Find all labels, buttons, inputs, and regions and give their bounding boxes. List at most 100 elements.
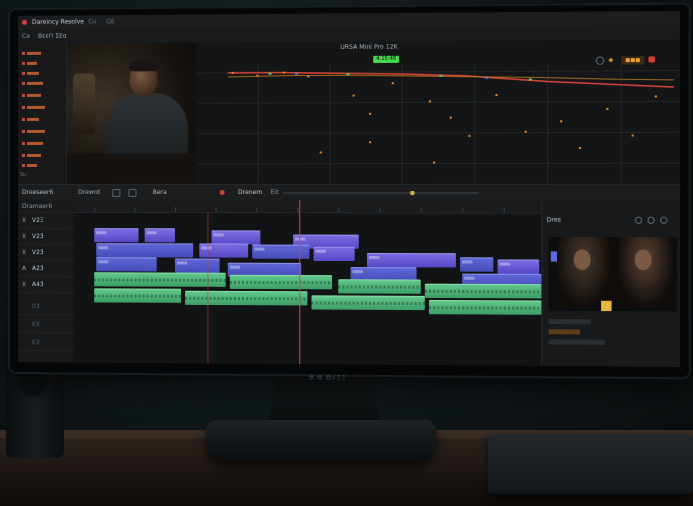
color-swatch bbox=[550, 251, 558, 262]
bin-item[interactable] bbox=[21, 60, 37, 66]
audio-clip[interactable] bbox=[94, 272, 226, 287]
audio-clip[interactable] bbox=[311, 295, 425, 311]
curve-graph[interactable] bbox=[197, 40, 680, 184]
track-header[interactable]: X V23 bbox=[17, 229, 75, 246]
track-header[interactable]: X V2Ξ bbox=[17, 213, 75, 230]
video-clip[interactable] bbox=[252, 244, 310, 259]
bin-item[interactable] bbox=[21, 50, 41, 56]
inspector-title: Dres bbox=[546, 216, 561, 224]
track-header[interactable]: X A43 bbox=[17, 277, 75, 294]
video-clip[interactable] bbox=[96, 243, 194, 258]
bin-item[interactable] bbox=[21, 80, 44, 86]
viewer-lamp bbox=[73, 73, 96, 134]
inspector-panel: Dres bbox=[541, 200, 681, 368]
bin-icon bbox=[21, 163, 25, 167]
track-header[interactable]: A A23 bbox=[17, 261, 75, 278]
menu-item[interactable]: Cu bbox=[88, 18, 96, 25]
video-clip[interactable] bbox=[144, 228, 175, 243]
audio-clip[interactable] bbox=[424, 283, 542, 299]
audio-clip[interactable] bbox=[428, 299, 542, 315]
video-clip[interactable] bbox=[94, 228, 139, 243]
timeline-name[interactable]: Drewrd bbox=[78, 189, 100, 196]
bin-icon bbox=[21, 51, 25, 55]
audio-clip[interactable] bbox=[185, 290, 308, 306]
track-name: A23 bbox=[31, 265, 44, 273]
bin-item[interactable] bbox=[21, 128, 46, 134]
bin-icon bbox=[21, 105, 25, 109]
menu-item[interactable]: ΩE bbox=[106, 18, 114, 25]
bin-item[interactable] bbox=[21, 116, 39, 122]
track-header[interactable]: E3 bbox=[17, 317, 75, 334]
monitor-brand: θ Θ Θ√ΞΞ bbox=[309, 374, 347, 382]
playhead[interactable] bbox=[299, 200, 301, 365]
track-lock-icon[interactable]: X bbox=[22, 249, 26, 256]
option-icon[interactable] bbox=[660, 216, 668, 224]
timeline-ruler[interactable] bbox=[74, 200, 542, 214]
track-name: V2Ξ bbox=[31, 217, 44, 225]
track-lock-icon[interactable]: A bbox=[22, 265, 26, 272]
option-icon[interactable] bbox=[647, 216, 655, 224]
bin-icon bbox=[21, 129, 25, 133]
video-clip[interactable] bbox=[313, 246, 355, 262]
timeline[interactable] bbox=[74, 200, 542, 366]
source-viewer[interactable] bbox=[67, 42, 197, 184]
bin-icon bbox=[21, 117, 25, 121]
audio-clip[interactable] bbox=[94, 288, 182, 303]
play-button[interactable]: Bera bbox=[153, 189, 167, 196]
thumbnail[interactable] bbox=[615, 237, 675, 310]
timeline-label: Dreeseer6 bbox=[21, 188, 54, 197]
trim-tool-icon[interactable] bbox=[112, 188, 121, 198]
track-headers: Dramaer6 X V2Ξ X V23 X V23 A A23 X A43 03 E3 … bbox=[17, 200, 76, 363]
audio-clip[interactable] bbox=[338, 279, 421, 294]
video-clip[interactable] bbox=[211, 230, 261, 245]
bin-item[interactable] bbox=[21, 162, 37, 168]
video-clip[interactable] bbox=[174, 258, 220, 273]
video-clip[interactable] bbox=[460, 257, 494, 272]
bin-item[interactable] bbox=[21, 152, 41, 158]
screen: Dareincy Resolve Cu ΩE Ca Βεε⊓ ΣEα Sυ UR… bbox=[17, 10, 681, 368]
bin-item[interactable] bbox=[21, 104, 46, 110]
track-header[interactable]: X V23 bbox=[17, 245, 75, 262]
clip-thumbnails bbox=[548, 237, 677, 312]
toolbar-item[interactable]: Ca bbox=[22, 33, 30, 40]
monitor-stand-base bbox=[206, 420, 436, 460]
track-lock-icon[interactable]: X bbox=[22, 217, 26, 224]
track-header-title: Dramaer6 bbox=[17, 200, 75, 214]
track-header[interactable]: 03 bbox=[17, 299, 75, 316]
desk-box bbox=[488, 434, 693, 494]
bin-item[interactable] bbox=[21, 70, 39, 76]
media-pool-tree: Sυ bbox=[17, 43, 68, 184]
option-icon[interactable] bbox=[634, 216, 643, 224]
scene: Dareincy Resolve Cu ΩE Ca Βεε⊓ ΣEα Sυ UR… bbox=[0, 0, 693, 506]
track-name: V23 bbox=[31, 249, 44, 257]
video-clip[interactable] bbox=[366, 252, 456, 268]
app-logo-icon bbox=[21, 19, 27, 25]
track-name: A43 bbox=[31, 281, 44, 289]
bin-icon bbox=[21, 71, 25, 75]
bin-icon bbox=[21, 61, 25, 65]
selection-marker[interactable] bbox=[601, 300, 612, 312]
curve-line bbox=[228, 71, 674, 89]
bin-item[interactable] bbox=[21, 92, 41, 98]
scrub-bar[interactable] bbox=[282, 192, 479, 195]
thumbnail[interactable] bbox=[554, 237, 612, 310]
track-lock-icon[interactable]: X bbox=[22, 233, 26, 240]
blade-tool-icon[interactable] bbox=[128, 188, 137, 198]
timecode-suffix: Eit bbox=[270, 188, 279, 197]
bin-icon bbox=[21, 141, 25, 145]
bin-icon bbox=[21, 153, 25, 157]
track-name: E3 bbox=[31, 339, 40, 347]
track-name: V23 bbox=[31, 233, 44, 241]
bin-item[interactable] bbox=[21, 140, 44, 146]
video-clip[interactable] bbox=[96, 257, 157, 272]
app-title: Dareincy Resolve bbox=[31, 18, 84, 26]
toolbar-item[interactable]: Βεε⊓ ΣEα bbox=[38, 33, 67, 40]
record-icon[interactable] bbox=[219, 189, 225, 196]
audio-clip[interactable] bbox=[229, 274, 333, 290]
bin-icon bbox=[21, 93, 25, 97]
track-lock-icon[interactable]: X bbox=[22, 281, 26, 288]
track-header[interactable]: E3 bbox=[17, 335, 75, 352]
curve-editor[interactable]: URSA Mini Pro 12K 4:15:48 ◆ ■■■ bbox=[197, 39, 681, 184]
video-clip[interactable] bbox=[497, 259, 540, 274]
in-marker bbox=[207, 212, 209, 364]
